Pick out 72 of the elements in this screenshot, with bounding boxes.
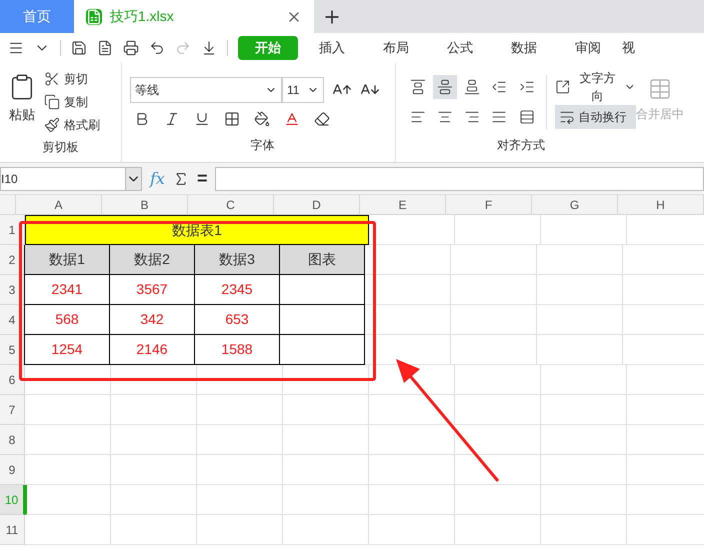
header-cell: 图表: [279, 245, 365, 275]
align-icon: [437, 109, 454, 125]
border-icon[interactable]: [224, 111, 240, 127]
more-icon[interactable]: [201, 40, 217, 56]
ribbon-tab[interactable]: 布局: [366, 36, 426, 60]
font-color-icon[interactable]: [284, 111, 300, 127]
fill-color-icon[interactable]: [254, 111, 270, 127]
ribbon-tab[interactable]: 数据: [494, 36, 554, 60]
align-icon: [464, 79, 480, 95]
paintbrush-icon: [44, 117, 60, 133]
column-header[interactable]: G: [532, 195, 618, 214]
clipboard-button[interactable]: 复制: [44, 92, 100, 112]
header-cell: 数据1: [24, 245, 110, 275]
table-cell: 568: [24, 305, 110, 335]
align-icon: [518, 79, 535, 95]
row-header[interactable]: 1: [0, 215, 25, 245]
row-header[interactable]: 11: [0, 515, 25, 545]
eraser-icon[interactable]: [314, 111, 330, 127]
column-header[interactable]: A: [16, 195, 102, 214]
column-header[interactable]: H: [618, 195, 704, 214]
row-header[interactable]: 8: [0, 425, 25, 455]
table-icon: [648, 77, 672, 101]
name-box[interactable]: I10: [0, 166, 142, 190]
ribbon-tab[interactable]: 插入: [302, 36, 362, 60]
table-cell: 1254: [24, 335, 110, 365]
ribbon-tab[interactable]: 审阅: [558, 36, 618, 60]
title-cell: 数据表1: [25, 215, 369, 245]
column-header[interactable]: F: [446, 195, 532, 214]
column-header[interactable]: D: [274, 195, 360, 214]
column-header[interactable]: C: [188, 195, 274, 214]
paste-button[interactable]: 粘贴: [8, 69, 36, 138]
save-icon[interactable]: [71, 40, 87, 56]
menu-icon[interactable]: [8, 40, 24, 56]
group-label: 剪切板: [42, 139, 80, 156]
equals-button[interactable]: =: [196, 165, 208, 192]
row-header[interactable]: 7: [0, 395, 25, 425]
row-header[interactable]: 9: [0, 455, 25, 485]
dropdown-icon[interactable]: [125, 168, 141, 190]
align-icon: [410, 79, 426, 95]
copy-icon: [44, 94, 60, 110]
align-icon: [491, 109, 508, 125]
align-button[interactable]: [433, 75, 458, 99]
align-icon: [410, 109, 426, 125]
print-icon[interactable]: [123, 40, 139, 56]
column-header[interactable]: E: [360, 195, 446, 214]
group-label: 对齐方式: [496, 137, 546, 154]
wrap-text-icon: [558, 109, 575, 125]
align-icon: [464, 109, 480, 125]
clipboard-button[interactable]: 剪切: [44, 69, 100, 89]
header-cell: 数据2: [109, 245, 195, 275]
column-header[interactable]: B: [102, 195, 188, 214]
header-cell: 数据3: [194, 245, 280, 275]
font-name-field[interactable]: 等线: [130, 77, 282, 103]
align-icon: [437, 79, 454, 95]
pdf-icon[interactable]: [97, 40, 113, 56]
row-header[interactable]: 6: [0, 365, 25, 395]
ribbon-tab[interactable]: 公式: [430, 36, 490, 60]
table-cell: 2341: [24, 275, 110, 305]
ribbon-tab[interactable]: 视: [622, 36, 638, 60]
font-size-field[interactable]: 11: [282, 77, 324, 103]
wrap-text-button[interactable]: 自动换行: [554, 105, 636, 129]
spreadsheet-icon: [86, 8, 102, 24]
formula-field[interactable]: [215, 166, 704, 190]
italic-icon[interactable]: [164, 111, 180, 127]
text-direction-icon: [554, 79, 570, 95]
group-label: 字体: [250, 137, 276, 154]
undo-icon[interactable]: [149, 40, 165, 56]
align-icon: [491, 79, 508, 95]
align-icon: [518, 109, 535, 125]
underline-icon[interactable]: [194, 111, 210, 127]
scissors-icon: [44, 71, 60, 87]
clipboard-button[interactable]: 格式刷: [44, 115, 100, 135]
